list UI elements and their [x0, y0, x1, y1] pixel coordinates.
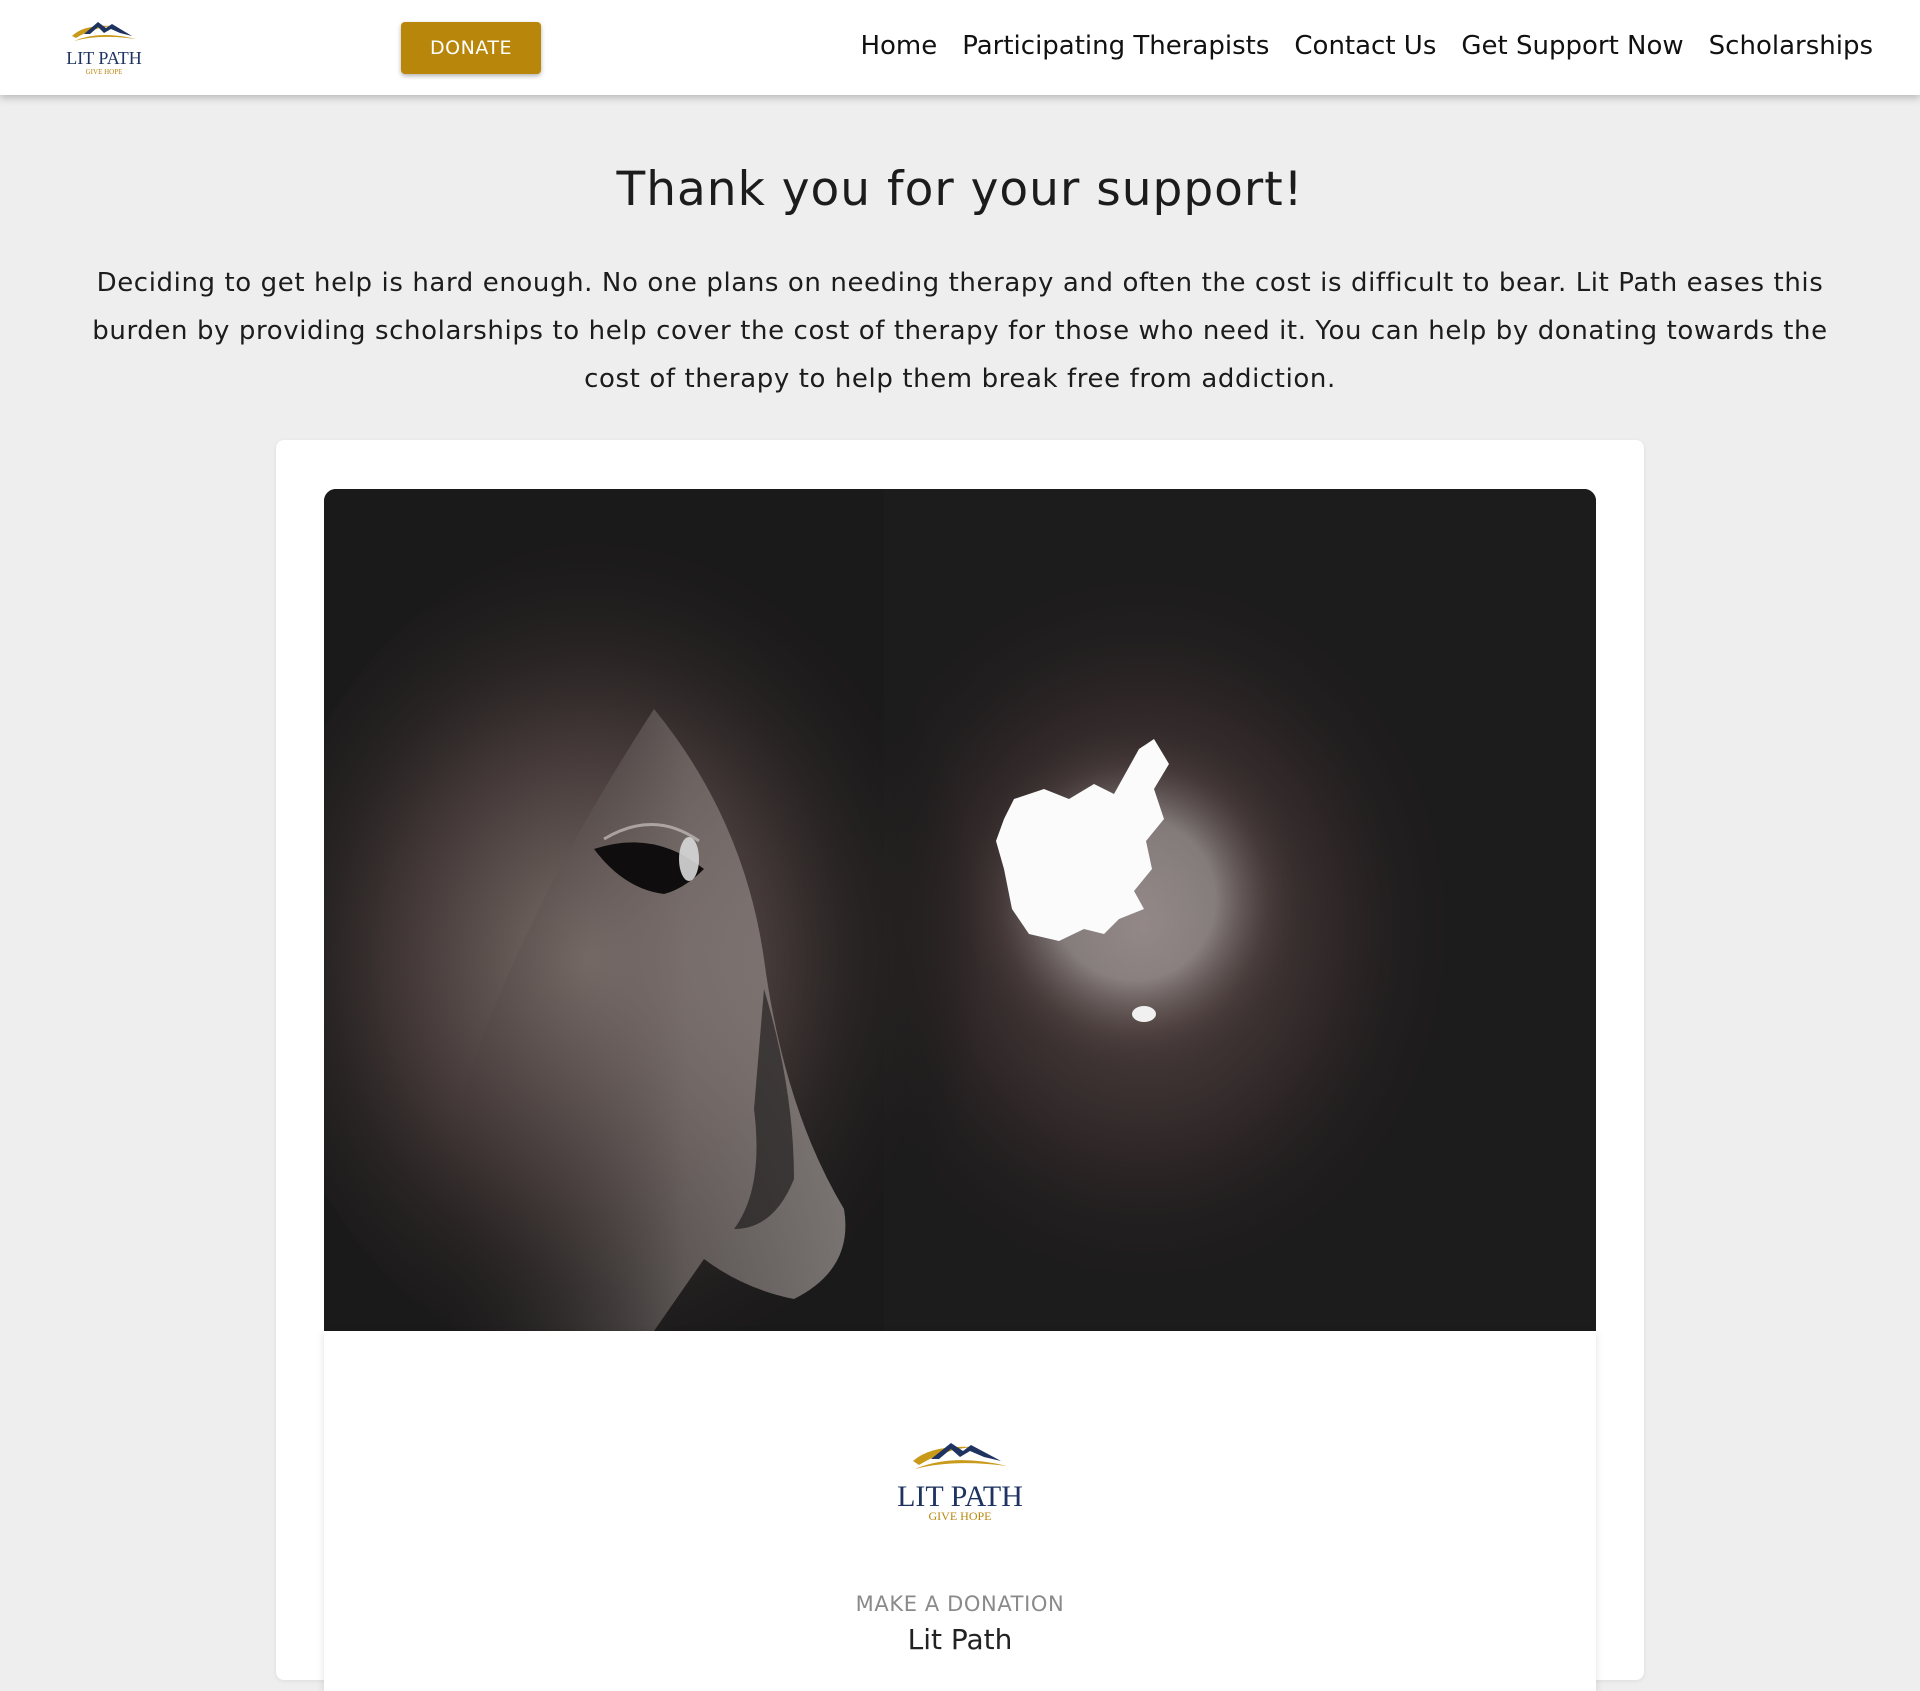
nav-link-contact-us[interactable]: Contact Us: [1294, 31, 1436, 61]
svg-text:GIVE HOPE: GIVE HOPE: [86, 68, 123, 76]
donate-button[interactable]: DONATE: [401, 22, 541, 74]
nav-link-home[interactable]: Home: [860, 31, 937, 61]
mountain-logo-icon: LIT PATH GIVE HOPE: [897, 1443, 1023, 1523]
hero-image: [324, 489, 1596, 1331]
main-nav: Home Participating Therapists Contact Us…: [860, 0, 1873, 92]
mountain-logo-icon: LIT PATH GIVE HOPE: [66, 22, 142, 76]
donation-card: LIT PATH GIVE HOPE MAKE A DONATION Lit P…: [276, 440, 1644, 1691]
donation-form-area: LIT PATH GIVE HOPE MAKE A DONATION Lit P…: [324, 1331, 1596, 1691]
nav-link-get-support-now[interactable]: Get Support Now: [1461, 31, 1683, 61]
svg-text:GIVE HOPE: GIVE HOPE: [929, 1509, 992, 1523]
svg-text:LIT PATH: LIT PATH: [66, 48, 142, 68]
intro-paragraph: Deciding to get help is hard enough. No …: [92, 268, 1828, 394]
organization-name: Lit Path: [907, 1623, 1013, 1656]
site-header: LIT PATH GIVE HOPE DONATE Home Participa…: [0, 0, 1920, 95]
nav-link-scholarships[interactable]: Scholarships: [1709, 31, 1873, 61]
nav-link-participating-therapists[interactable]: Participating Therapists: [962, 31, 1269, 61]
page-title: Thank you for your support!: [616, 162, 1304, 217]
make-donation-label: MAKE A DONATION: [855, 1592, 1065, 1616]
